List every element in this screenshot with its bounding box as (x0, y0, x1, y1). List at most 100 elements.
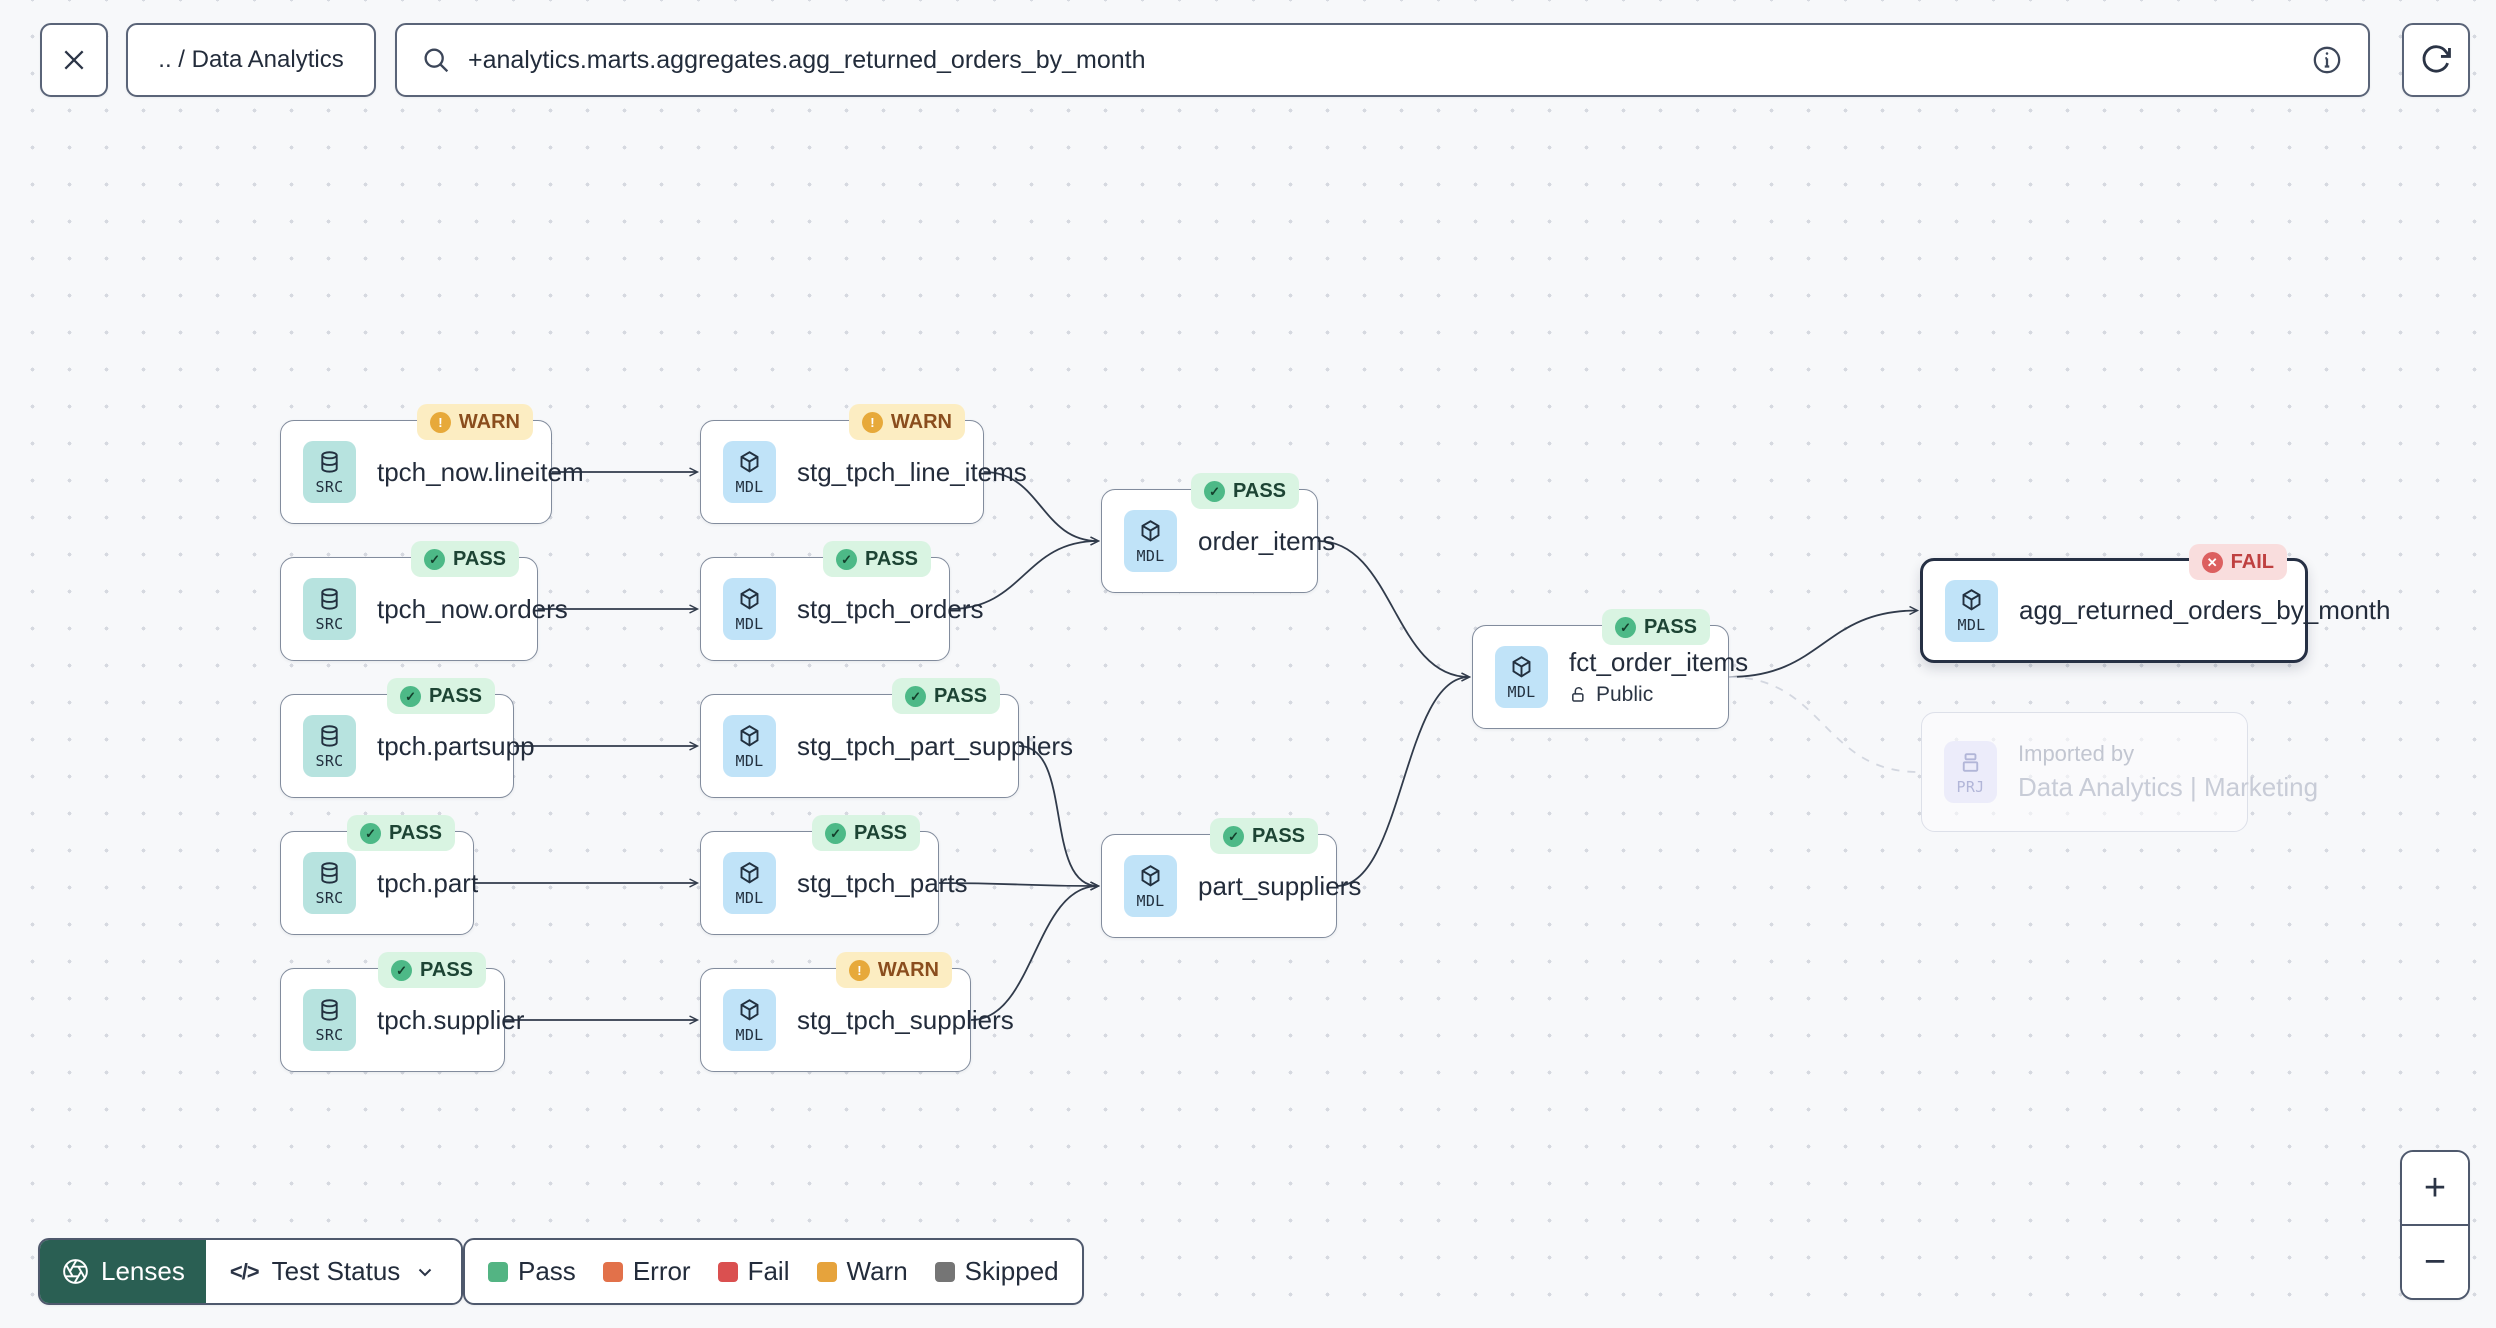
project-icon (1962, 752, 1979, 772)
legend-item-skipped: Skipped (934, 1256, 1059, 1287)
graph-node-imported_by[interactable]: PRJ Imported by Data Analytics | Marketing (1921, 712, 2318, 832)
status-dot-icon: ! (861, 411, 883, 433)
node-content: stg_tpch_orders (797, 593, 984, 625)
node-type-label: SRC (315, 751, 344, 770)
zoom-in-button[interactable]: + (2402, 1152, 2468, 1226)
graph-node-tpch_now_orders[interactable]: ✓ PASS SRC tpch_now.orders (280, 541, 568, 661)
node-type-label: MDL (1957, 616, 1986, 634)
node-content: part_suppliers (1198, 871, 1361, 902)
edge-stg_tpch_part_suppliers-to-part_suppliers (1018, 745, 1098, 886)
node-title: stg_tpch_orders (797, 593, 984, 624)
edge-stg_tpch_suppliers-to-part_suppliers (970, 886, 1098, 1021)
node-type-label: MDL (735, 1025, 764, 1044)
node-type-box: MDL (723, 441, 776, 503)
node-title: tpch_now.lineitem (377, 456, 584, 487)
status-dot-icon: ✓ (400, 685, 422, 707)
legend-swatch (488, 1261, 508, 1282)
graph-node-stg_tpch_line_items[interactable]: ! WARN MDL stg_tpch_line_items (700, 404, 1027, 524)
node-title: order_items (1198, 525, 1336, 556)
graph-node-fct_order_items[interactable]: ✓ PASS MDL fct_order_items Public (1472, 609, 1748, 729)
status-label: PASS (429, 684, 482, 707)
status-badge: ✓ PASS (892, 678, 1000, 714)
zoom-controls: + − (2400, 1150, 2470, 1300)
status-label: PASS (1252, 824, 1305, 847)
node-access-label: Public (1596, 683, 1654, 706)
status-dot-icon: ✓ (905, 685, 927, 707)
node-type-label: MDL (1136, 546, 1165, 565)
cube-icon (1141, 519, 1160, 542)
node-title: tpch_now.orders (377, 593, 568, 624)
status-label: PASS (420, 958, 473, 981)
graph-node-stg_tpch_parts[interactable]: ✓ PASS MDL stg_tpch_parts (700, 815, 968, 935)
node-type-box: PRJ (1944, 741, 1997, 803)
legend-label: Skipped (964, 1256, 1059, 1286)
aperture-icon (63, 1259, 88, 1284)
lenses-button[interactable]: Lenses (40, 1240, 206, 1303)
zoom-out-button[interactable]: − (2402, 1226, 2468, 1298)
edge-fct_order_items-to-imported_by (1728, 676, 1919, 773)
node-ghost-caption: Imported by (2018, 741, 2135, 766)
node-type-box: MDL (723, 989, 776, 1051)
lenses-control: Lenses </> Test Status (38, 1238, 464, 1305)
node-content: agg_returned_orders_by_month (2019, 595, 2390, 626)
status-badge: ✓ PASS (823, 541, 931, 577)
node-type-box: SRC (303, 441, 356, 503)
graph-node-tpch_part[interactable]: ✓ PASS SRC tpch.part (280, 815, 479, 935)
node-access: Public (1569, 683, 1706, 707)
legend-label: Fail (747, 1256, 790, 1286)
graph-node-agg_returned_orders_by_month[interactable]: ✕ FAIL MDL agg_returned_orders_by_month (1920, 544, 2390, 663)
status-label: PASS (865, 547, 918, 570)
node-type-label: MDL (735, 751, 764, 770)
node-type-label: MDL (735, 477, 764, 496)
edge-fct_order_items-to-agg_returned_orders_by_month (1728, 611, 1917, 678)
node-content: order_items (1198, 525, 1336, 557)
status-dot-icon: ! (429, 411, 451, 433)
node-content: fct_order_items Public (1569, 647, 1748, 707)
legend-item-warn: Warn (816, 1256, 908, 1287)
status-dot-icon: ✓ (825, 822, 847, 844)
node-type-box: MDL (723, 852, 776, 914)
graph-node-order_items[interactable]: ✓ PASS MDL order_items (1101, 473, 1336, 593)
chevron-down-icon (419, 1268, 432, 1276)
status-dot-icon: ✓ (836, 548, 858, 570)
lens-selector[interactable]: </> Test Status (205, 1240, 462, 1303)
node-title: tpch.part (377, 867, 479, 898)
graph-node-stg_tpch_suppliers[interactable]: ! WARN MDL stg_tpch_suppliers (700, 952, 1014, 1072)
graph-node-stg_tpch_orders[interactable]: ✓ PASS MDL stg_tpch_orders (700, 541, 984, 661)
legend-label: Pass (518, 1256, 576, 1286)
graph-node-stg_tpch_part_suppliers[interactable]: ✓ PASS MDL stg_tpch_part_suppliers (700, 678, 1073, 798)
node-content: stg_tpch_parts (797, 867, 968, 899)
status-label: PASS (389, 821, 442, 844)
status-label: WARN (890, 410, 952, 433)
graph-node-tpch_supplier[interactable]: ✓ PASS SRC tpch.supplier (280, 952, 524, 1072)
node-content: tpch_now.orders (377, 593, 568, 625)
cube-icon (740, 998, 759, 1021)
graph-node-part_suppliers[interactable]: ✓ PASS MDL part_suppliers (1101, 818, 1361, 938)
node-type-box: MDL (1945, 579, 1998, 642)
edge-layer (474, 0, 2496, 1328)
cube-icon (1512, 655, 1531, 678)
database-icon (321, 587, 338, 610)
status-label: PASS (453, 547, 506, 570)
graph-node-tpch_partsupp[interactable]: ✓ PASS SRC tpch.partsupp (280, 678, 535, 798)
cube-icon (740, 587, 759, 610)
node-type-label: PRJ (1956, 777, 1985, 796)
status-label: PASS (934, 684, 987, 707)
cube-icon (1962, 589, 1981, 611)
node-type-box: SRC (303, 852, 356, 914)
status-dot-icon: ✓ (424, 548, 446, 570)
graph-node-tpch_now_lineitem[interactable]: ! WARN SRC tpch_now.lineitem (280, 404, 584, 524)
node-content: stg_tpch_part_suppliers (797, 731, 1073, 762)
status-dot-icon: ! (848, 959, 870, 981)
cube-icon (740, 724, 759, 747)
status-badge: ✓ PASS (1210, 818, 1318, 854)
node-type-box: SRC (303, 578, 356, 640)
node-title: stg_tpch_parts (797, 867, 968, 898)
node-type-box: SRC (303, 715, 356, 777)
legend-item-fail: Fail (717, 1256, 790, 1287)
lenses-label: Lenses (101, 1256, 185, 1286)
node-type-label: MDL (1136, 891, 1165, 910)
legend-item-error: Error (602, 1256, 691, 1287)
node-type-label: SRC (315, 477, 344, 496)
node-type-box: SRC (303, 989, 356, 1051)
